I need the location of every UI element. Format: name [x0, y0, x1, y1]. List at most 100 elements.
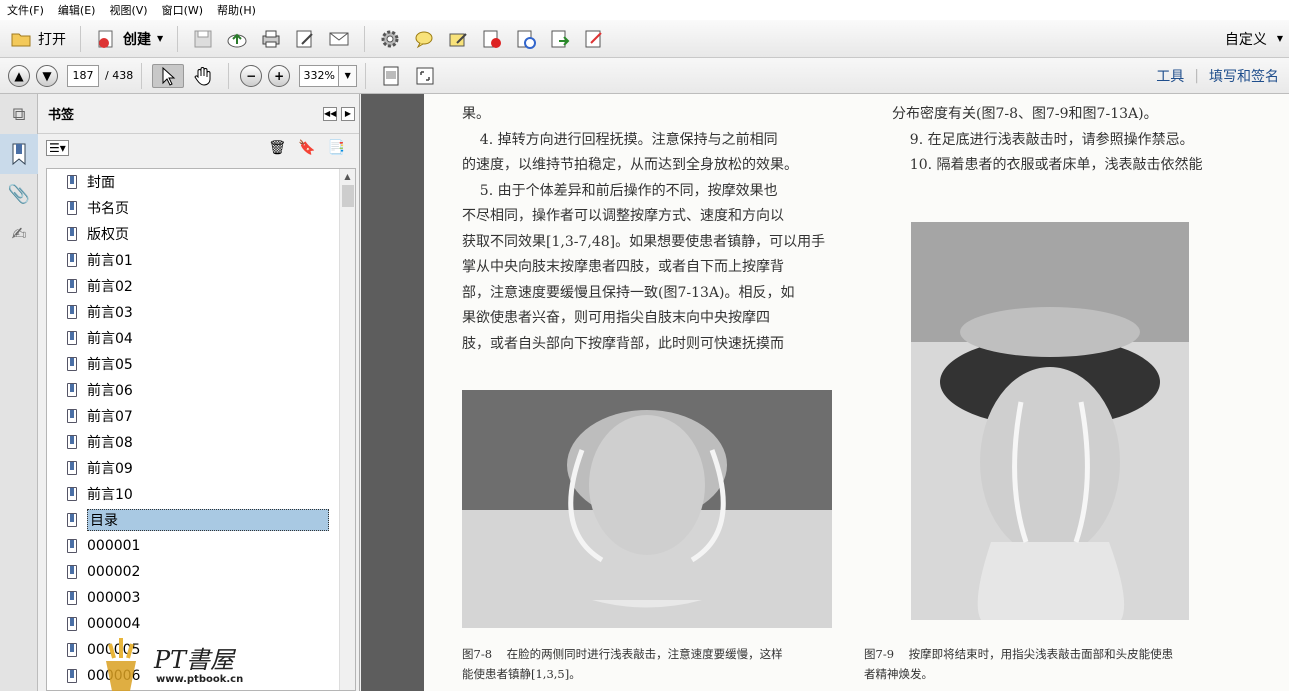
new-bookmark-icon[interactable]: 🔖	[298, 140, 315, 156]
toolbar-separator	[177, 25, 179, 52]
text-line: 掌从中央向肢末按摩患者四肢，或者自下而上按摩背	[462, 259, 784, 275]
bookmark-label: 前言09	[87, 461, 133, 477]
document-viewer[interactable]: 果。 4. 掉转方向进行回程抚摸。注意保持与之前相同 的速度，以维持节拍稳定，从而…	[361, 94, 1289, 691]
panel-menu-button[interactable]: ▶	[341, 106, 355, 121]
bookmark-item[interactable]: 前言02	[47, 273, 355, 299]
customize-button[interactable]: 自定义	[1215, 29, 1277, 49]
bookmarks-title: 书签	[48, 108, 75, 123]
bookmark-label: 000003	[87, 590, 141, 606]
zoom-out-button[interactable]: −	[240, 64, 263, 87]
text-line: 图7-9 按摩即将结束时，用指尖浅表敲击面部和头皮能使患	[864, 647, 1174, 661]
tools-link[interactable]: 工具	[1146, 66, 1194, 86]
bookmark-label: 目录	[87, 509, 329, 531]
bookmark-icon	[67, 201, 77, 215]
zoom-in-button[interactable]: +	[268, 64, 291, 87]
bookmark-icon	[67, 357, 77, 371]
bookmark-item[interactable]: 前言07	[47, 403, 355, 429]
total-pages: / 438	[105, 69, 134, 82]
scroll-up-icon[interactable]: ▲	[340, 169, 355, 185]
bookmark-icon	[67, 669, 77, 683]
text-line: 5. 由于个体差异和前后操作的不同，按摩效果也	[462, 182, 778, 199]
menu-help[interactable]: 帮助(H)	[210, 2, 263, 18]
previous-page-button[interactable]: ▲	[8, 64, 30, 87]
zoom-dropdown[interactable]: ▼	[339, 64, 358, 87]
text-line: 不尽相同，操作者可以调整按摩方式、速度和方向以	[462, 208, 784, 224]
comment-button[interactable]	[409, 25, 439, 53]
bookmark-item[interactable]: 前言06	[47, 377, 355, 403]
form-button[interactable]	[579, 25, 609, 53]
cursor-icon	[162, 66, 176, 86]
bookmark-item[interactable]: 前言09	[47, 455, 355, 481]
form-icon	[585, 30, 602, 47]
bookmark-item[interactable]: 前言03	[47, 299, 355, 325]
open-button[interactable]: 打开	[6, 25, 70, 53]
collapse-panel-button[interactable]: ◀◀	[323, 106, 337, 121]
bookmarks-button[interactable]	[0, 134, 38, 174]
select-tool-button[interactable]	[152, 63, 185, 88]
menu-view[interactable]: 视图(V)	[102, 2, 154, 18]
bookmark-properties-icon[interactable]: 📑	[328, 140, 345, 156]
bookmark-item[interactable]: 000004	[47, 611, 355, 637]
delete-page-icon	[483, 30, 502, 48]
bookmark-item[interactable]: 000002	[47, 559, 355, 585]
bookmark-item[interactable]: 000001	[47, 533, 355, 559]
rotate-button[interactable]	[511, 25, 541, 53]
watermark-brand: PT書屋	[154, 646, 235, 674]
bookmark-item[interactable]: 书名页	[47, 195, 355, 221]
scrollbar-thumb[interactable]	[342, 185, 354, 207]
settings-button[interactable]	[375, 25, 405, 53]
page-number-input[interactable]: 187	[67, 64, 99, 87]
trash-icon[interactable]: 🗑	[268, 140, 286, 156]
highlight-button[interactable]	[443, 25, 473, 53]
figure-7-9-photo	[911, 222, 1189, 620]
edit-button[interactable]	[290, 25, 320, 53]
print-button[interactable]	[256, 25, 286, 53]
zoom-input[interactable]: 332%	[299, 64, 340, 87]
options-menu-icon[interactable]: ☰▾	[46, 140, 69, 156]
text-line: 肢，或者自头部向下按摩背部，此时则可快速抚摸而	[462, 335, 784, 352]
save-button[interactable]	[188, 25, 218, 53]
chevron-down-icon[interactable]: ▼	[1277, 34, 1289, 43]
delete-page-button[interactable]	[477, 25, 507, 53]
bookmark-label: 版权页	[87, 227, 129, 243]
hand-tool-button[interactable]	[188, 62, 218, 90]
create-button[interactable]: 创建 ▼	[91, 25, 167, 53]
signatures-button[interactable]: ✍	[0, 214, 38, 254]
bookmark-label: 前言05	[87, 357, 133, 373]
navigation-rail: ⧉ 📎 ✍	[0, 94, 38, 691]
menu-edit[interactable]: 编辑(E)	[51, 2, 103, 18]
vertical-scrollbar[interactable]: ▲	[339, 169, 355, 690]
bookmark-label: 书名页	[87, 201, 129, 217]
text-line: 4. 掉转方向进行回程抚摸。注意保持与之前相同	[462, 131, 778, 148]
fullscreen-button[interactable]	[410, 62, 440, 90]
menu-window[interactable]: 窗口(W)	[155, 2, 210, 18]
arrow-down-icon: ▼	[42, 68, 52, 83]
menu-file[interactable]: 文件(F)	[0, 2, 51, 18]
email-button[interactable]	[324, 25, 354, 53]
bookmark-item[interactable]: 前言04	[47, 325, 355, 351]
attachments-button[interactable]: 📎	[0, 174, 38, 214]
fit-page-button[interactable]	[376, 62, 406, 90]
next-page-button[interactable]: ▼	[36, 64, 58, 87]
bookmark-label: 000001	[87, 538, 141, 554]
page-thumbnails-button[interactable]: ⧉	[0, 94, 38, 134]
bookmark-item[interactable]: 前言08	[47, 429, 355, 455]
highlight-icon	[449, 32, 467, 46]
text-line: 部，注意速度要缓慢且保持一致(图7-13A)。相反，如	[462, 284, 795, 301]
bookmark-label: 前言03	[87, 305, 133, 321]
hand-icon	[194, 66, 211, 86]
bookmark-item[interactable]: 版权页	[47, 221, 355, 247]
bookmark-label: 前言10	[87, 487, 133, 503]
bookmark-item[interactable]: 前言01	[47, 247, 355, 273]
bookmark-item[interactable]: 000003	[47, 585, 355, 611]
export-icon	[551, 30, 570, 47]
bookmark-item[interactable]: 目录	[47, 507, 355, 533]
fullscreen-icon	[416, 67, 434, 84]
upload-button[interactable]	[222, 25, 252, 53]
export-button[interactable]	[545, 25, 575, 53]
bookmark-icon	[67, 591, 77, 605]
bookmark-item[interactable]: 前言05	[47, 351, 355, 377]
bookmark-item[interactable]: 前言10	[47, 481, 355, 507]
fill-sign-link[interactable]: 填写和签名	[1199, 66, 1289, 86]
bookmark-item[interactable]: 封面	[47, 169, 355, 195]
